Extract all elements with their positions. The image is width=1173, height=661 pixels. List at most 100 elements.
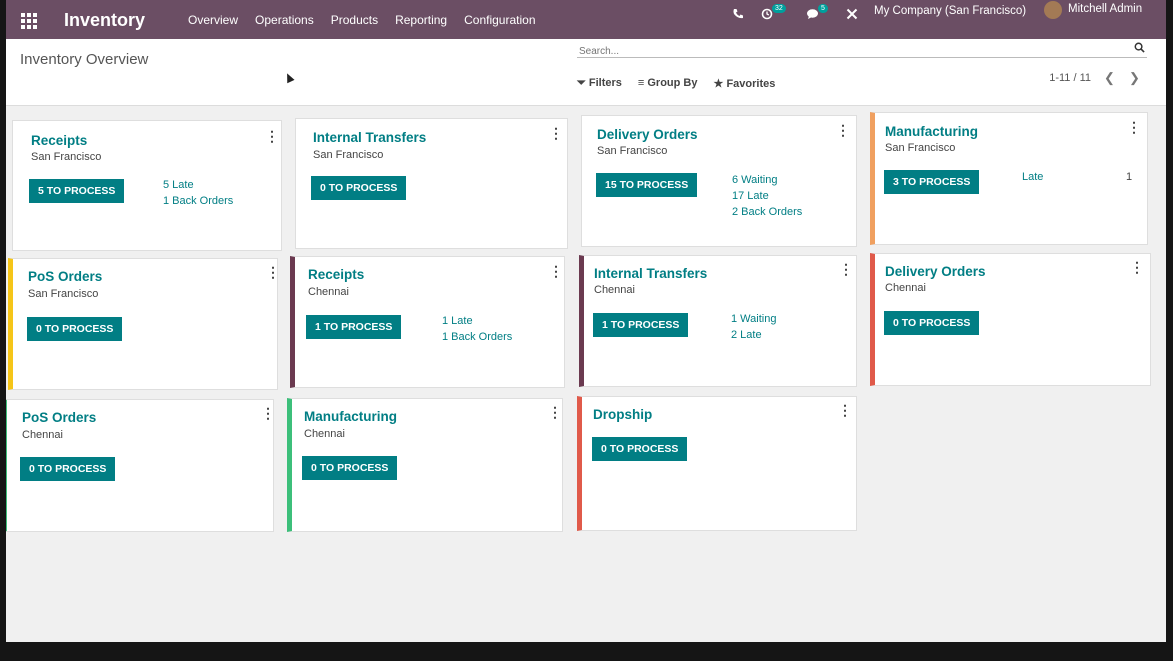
filters-button[interactable]: ⏷ Filters: [577, 77, 622, 90]
card-warehouse: San Francisco: [885, 142, 956, 154]
search-icon[interactable]: [1134, 42, 1145, 53]
filter-icon: ⏷: [577, 77, 586, 89]
picking-card[interactable]: PoS Orders Chennai ⋮ 0 TO PROCESS: [6, 399, 275, 532]
card-title[interactable]: Internal Transfers: [594, 266, 707, 281]
to-process-button[interactable]: 0 TO PROCESS: [592, 437, 688, 461]
pager-next-icon[interactable]: ❯: [1129, 70, 1140, 86]
picking-card[interactable]: Internal Transfers Chennai ⋮ 1 TO PROCES…: [579, 255, 857, 387]
to-process-button[interactable]: 1 TO PROCESS: [593, 313, 689, 337]
back-orders-link[interactable]: 2 Back Orders: [732, 206, 802, 218]
card-menu-icon[interactable]: ⋮: [836, 122, 850, 139]
card-title[interactable]: Receipts: [31, 133, 87, 148]
to-process-button[interactable]: 5 TO PROCESS: [29, 179, 125, 203]
activity-badge: 32: [772, 4, 786, 13]
to-process-button[interactable]: 0 TO PROCESS: [27, 317, 123, 341]
card-menu-icon[interactable]: ⋮: [548, 404, 562, 421]
picking-card[interactable]: Manufacturing Chennai ⋮ 0 TO PROCESS: [287, 398, 563, 532]
pager-value[interactable]: 1-11 / 11: [1049, 72, 1091, 84]
card-warehouse: Chennai: [304, 428, 345, 440]
card-warehouse: San Francisco: [597, 145, 668, 157]
menu-reporting[interactable]: Reporting: [395, 13, 447, 27]
card-title[interactable]: Manufacturing: [304, 409, 397, 424]
picking-card[interactable]: Receipts Chennai ⋮ 1 TO PROCESS 1 Late 1…: [290, 256, 565, 388]
card-title[interactable]: Delivery Orders: [597, 127, 698, 142]
waiting-link[interactable]: 1 Waiting: [731, 313, 776, 325]
card-menu-icon[interactable]: ⋮: [1130, 259, 1144, 276]
card-menu-icon[interactable]: ⋮: [1127, 119, 1141, 136]
late-link[interactable]: 17 Late: [732, 190, 769, 202]
search-bar: [577, 41, 1147, 60]
late-link[interactable]: Late: [1022, 171, 1043, 183]
picking-card[interactable]: Internal Transfers San Francisco ⋮ 0 TO …: [295, 118, 568, 249]
card-warehouse: Chennai: [22, 429, 63, 441]
messages-menu[interactable]: 5: [806, 4, 834, 22]
search-options: ⏷ Filters ≡ Group By ★ Favorites: [577, 77, 775, 90]
avatar: [1044, 1, 1062, 19]
phone-icon[interactable]: [732, 8, 744, 20]
apps-grid-icon[interactable]: [21, 13, 37, 29]
chat-icon: [807, 9, 818, 19]
activity-menu[interactable]: 32: [761, 4, 791, 22]
late-link[interactable]: 2 Late: [731, 329, 762, 341]
back-orders-link[interactable]: 1 Back Orders: [163, 195, 233, 207]
card-warehouse: Chennai: [594, 284, 635, 296]
card-warehouse: Chennai: [885, 282, 926, 294]
card-title[interactable]: Delivery Orders: [885, 264, 986, 279]
card-warehouse: San Francisco: [31, 151, 102, 163]
card-menu-icon[interactable]: ⋮: [549, 263, 563, 280]
tools-icon[interactable]: [846, 8, 858, 20]
late-link[interactable]: 1 Late: [442, 315, 473, 327]
card-title[interactable]: Internal Transfers: [313, 130, 426, 145]
menu-configuration[interactable]: Configuration: [464, 13, 535, 27]
card-title[interactable]: Receipts: [308, 267, 364, 282]
company-switcher[interactable]: My Company (San Francisco): [874, 5, 1026, 17]
main-menu: Overview Operations Products Reporting C…: [188, 13, 536, 27]
card-warehouse: San Francisco: [28, 288, 99, 300]
group-by-button[interactable]: ≡ Group By: [638, 77, 698, 90]
waiting-link[interactable]: 6 Waiting: [732, 174, 777, 186]
picking-card[interactable]: PoS Orders San Francisco ⋮ 0 TO PROCESS: [8, 258, 280, 390]
app-title[interactable]: Inventory: [64, 10, 145, 31]
clock-icon: [761, 8, 773, 20]
to-process-button[interactable]: 0 TO PROCESS: [302, 456, 398, 480]
favorites-button[interactable]: ★ Favorites: [714, 77, 776, 90]
search-input[interactable]: [577, 43, 1111, 60]
menu-products[interactable]: Products: [331, 13, 378, 27]
messages-badge: 5: [818, 4, 828, 13]
card-title[interactable]: Dropship: [593, 407, 652, 422]
group-by-label: Group By: [647, 77, 698, 89]
filters-label: Filters: [588, 77, 622, 89]
card-menu-icon[interactable]: ⋮: [549, 125, 563, 142]
to-process-button[interactable]: 0 TO PROCESS: [311, 176, 407, 200]
late-count: 1: [1126, 171, 1133, 183]
to-process-button[interactable]: 0 TO PROCESS: [884, 311, 980, 335]
picking-card[interactable]: Delivery Orders San Francisco ⋮ 15 TO PR…: [581, 115, 857, 247]
card-title[interactable]: PoS Orders: [28, 269, 102, 284]
to-process-button[interactable]: 0 TO PROCESS: [20, 457, 116, 481]
to-process-button[interactable]: 3 TO PROCESS: [884, 170, 980, 194]
picking-card[interactable]: Receipts San Francisco ⋮ 5 TO PROCESS 5 …: [12, 120, 282, 251]
card-menu-icon[interactable]: ⋮: [265, 128, 279, 145]
pager-previous-icon[interactable]: ❮: [1104, 70, 1115, 86]
card-menu-icon[interactable]: ⋮: [838, 402, 852, 419]
favorites-label: Favorites: [726, 78, 776, 90]
card-menu-icon[interactable]: ⋮: [839, 261, 853, 278]
card-menu-icon[interactable]: ⋮: [261, 405, 275, 422]
card-menu-icon[interactable]: ⋮: [266, 264, 280, 281]
user-menu[interactable]: Mitchell Admin: [1044, 0, 1164, 20]
control-panel: Inventory Overview ⏷ Filters ≡ Group By …: [6, 39, 1166, 106]
card-title[interactable]: Manufacturing: [885, 124, 978, 139]
top-navbar: Inventory Overview Operations Products R…: [6, 0, 1166, 39]
card-warehouse: San Francisco: [313, 149, 384, 161]
to-process-button[interactable]: 1 TO PROCESS: [306, 315, 402, 339]
app-window: Inventory Overview Operations Products R…: [6, 0, 1166, 642]
to-process-button[interactable]: 15 TO PROCESS: [596, 173, 698, 197]
picking-card[interactable]: Dropship ⋮ 0 TO PROCESS: [577, 396, 857, 531]
back-orders-link[interactable]: 1 Back Orders: [442, 331, 512, 343]
picking-card[interactable]: Delivery Orders Chennai ⋮ 0 TO PROCESS: [870, 253, 1151, 386]
menu-overview[interactable]: Overview: [188, 13, 238, 27]
picking-card[interactable]: Manufacturing San Francisco ⋮ 3 TO PROCE…: [870, 112, 1148, 245]
card-title[interactable]: PoS Orders: [22, 410, 96, 425]
menu-operations[interactable]: Operations: [255, 13, 314, 27]
late-link[interactable]: 5 Late: [163, 179, 194, 191]
